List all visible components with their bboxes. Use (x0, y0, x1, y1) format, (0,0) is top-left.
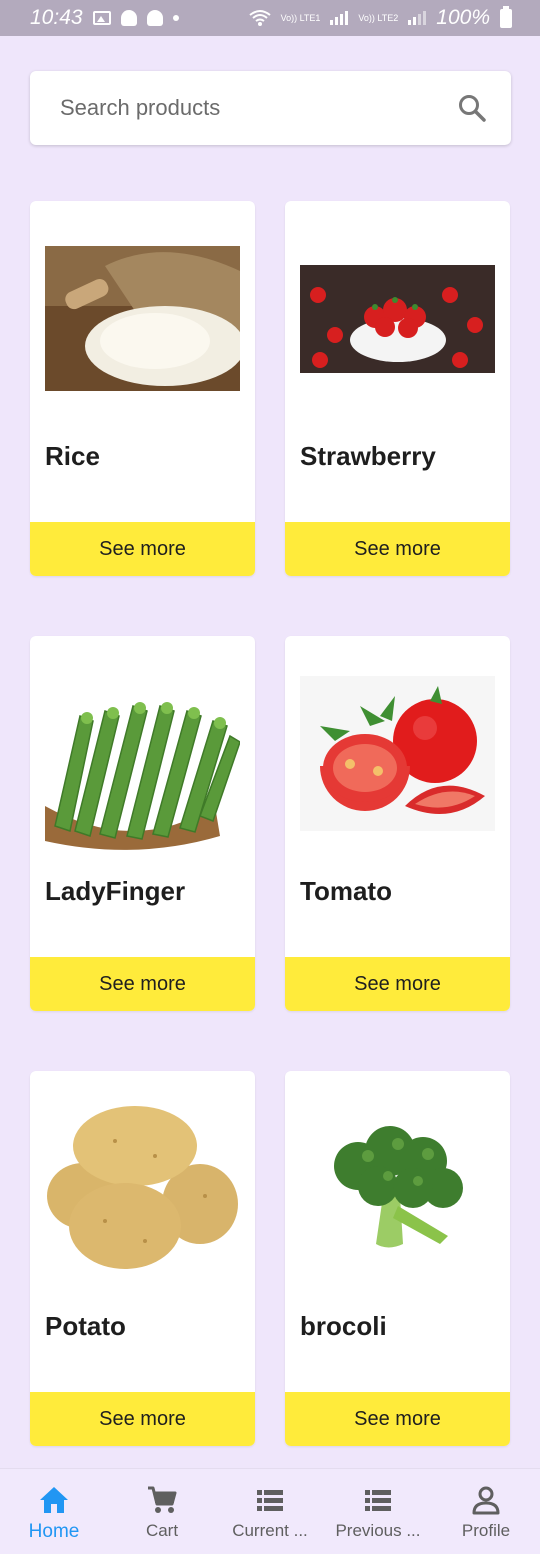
product-image (300, 1086, 495, 1291)
product-image (300, 216, 495, 421)
product-card-tomato[interactable]: Tomato See more (285, 636, 510, 1011)
product-card-strawberry[interactable]: Strawberry See more (285, 201, 510, 576)
search-icon[interactable] (457, 93, 487, 123)
clock: 10:43 (30, 6, 83, 29)
nav-label: Current ... (232, 1521, 308, 1540)
list-icon (257, 1490, 283, 1511)
nav-label: Cart (145, 1521, 179, 1540)
see-more-button[interactable]: See more (30, 522, 255, 576)
product-name: Strawberry (300, 441, 436, 471)
see-more-button[interactable]: See more (285, 522, 510, 576)
battery-icon (500, 5, 512, 28)
nav-label: Home (28, 1521, 80, 1542)
snapchat-notification-icon (120, 10, 137, 26)
nav-item-previous-orders[interactable]: Previous ... (324, 1469, 432, 1554)
search-input[interactable] (60, 95, 457, 121)
gallery-notification-icon (92, 11, 111, 25)
nav-label: Profile (461, 1521, 511, 1540)
product-card-ladyfinger[interactable]: LadyFinger See more (30, 636, 255, 1011)
product-name: Tomato (300, 876, 392, 906)
product-name: LadyFinger (45, 876, 186, 906)
home-icon (40, 1487, 68, 1513)
product-name: Rice (45, 441, 100, 471)
nav-item-home[interactable]: Home (0, 1469, 108, 1554)
product-name: Potato (45, 1311, 126, 1341)
battery-percent: 100% (436, 6, 490, 29)
signal-icon (408, 11, 427, 25)
status-left: 10:43 (30, 6, 179, 30)
bottom-navigation: Home Cart Current ... Previous ... Profi… (0, 1468, 540, 1554)
nav-item-profile[interactable]: Profile (432, 1469, 540, 1554)
more-notifications-icon (172, 15, 179, 21)
product-name: brocoli (300, 1311, 387, 1341)
nav-item-cart[interactable]: Cart (108, 1469, 216, 1554)
cart-icon (148, 1486, 177, 1513)
signal-icon (330, 11, 349, 25)
snapchat-notification-icon (146, 10, 163, 26)
list-icon (365, 1490, 391, 1511)
product-image (45, 216, 240, 421)
status-right: Vo)) LTE1 Vo)) LTE2 100% (248, 5, 512, 30)
see-more-button[interactable]: See more (285, 1392, 510, 1446)
product-image (45, 1086, 240, 1291)
product-image (45, 651, 240, 856)
see-more-button[interactable]: See more (285, 957, 510, 1011)
status-bar: 10:43 Vo)) LTE1 Vo)) LTE2 100% (0, 0, 540, 36)
nav-label: Previous ... (335, 1521, 421, 1540)
product-card-rice[interactable]: Rice See more (30, 201, 255, 576)
nav-item-current-orders[interactable]: Current ... (216, 1469, 324, 1554)
network-lte1-label: Vo)) LTE1 (280, 12, 321, 23)
see-more-button[interactable]: See more (30, 1392, 255, 1446)
wifi-icon (248, 10, 271, 26)
product-image (300, 651, 495, 856)
product-card-brocoli[interactable]: brocoli See more (285, 1071, 510, 1446)
see-more-button[interactable]: See more (30, 957, 255, 1011)
product-card-potato[interactable]: Potato See more (30, 1071, 255, 1446)
network-lte2-label: Vo)) LTE2 (358, 12, 399, 23)
search-box (30, 71, 511, 145)
person-icon (472, 1486, 500, 1515)
